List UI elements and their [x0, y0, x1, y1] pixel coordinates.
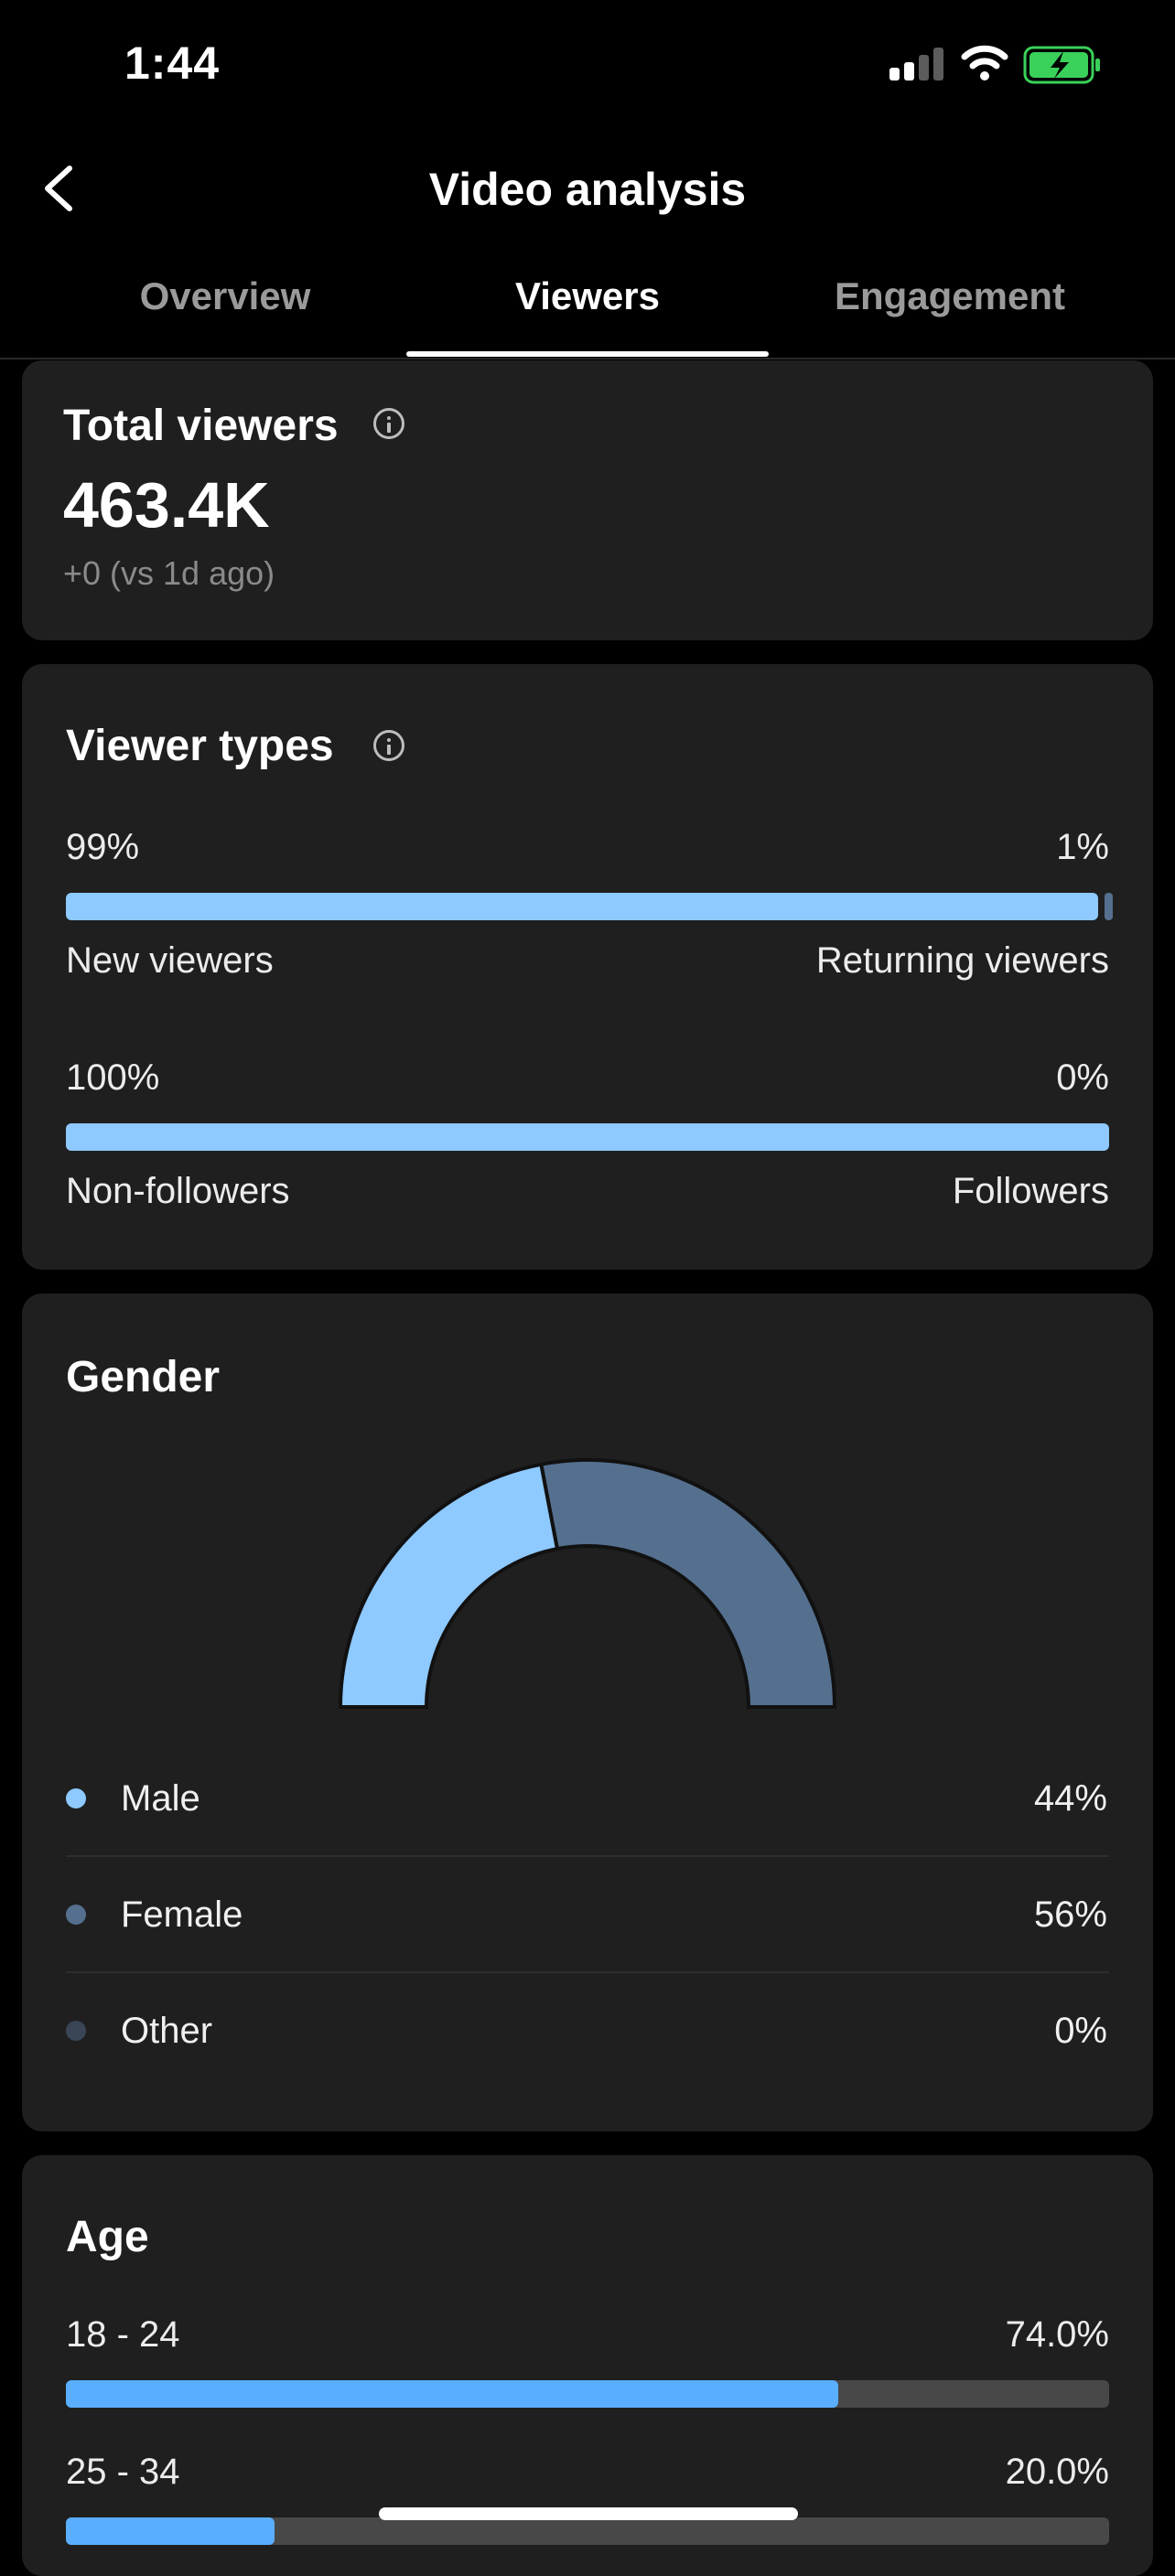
new-viewers-label: New viewers: [66, 940, 274, 981]
other-value: 0%: [1054, 2011, 1107, 2051]
female-donut-segment: [539, 1458, 836, 1709]
legend-divider: [66, 1855, 1109, 1857]
followers-label: Followers: [952, 1171, 1109, 1211]
viewer-types-title: Viewer types: [66, 722, 334, 770]
new-viewers-bar: [66, 893, 1098, 920]
info-icon[interactable]: [373, 408, 404, 439]
non-followers-percent: 100%: [66, 1057, 160, 1098]
returning-viewers-label: Returning viewers: [815, 940, 1109, 981]
female-value: 56%: [1033, 1894, 1107, 1935]
age-bar-track: [66, 2380, 1109, 2408]
total-viewers-card: Total viewers 463.4K +0 (vs 1d ago): [22, 360, 1153, 640]
viewer-types-card: Viewer types 99% 1% New viewers Returnin…: [22, 664, 1153, 1270]
page-title: Video analysis: [428, 164, 747, 215]
other-label: Other: [121, 2011, 213, 2051]
gender-card: Gender Male 44% Female 56% Other 0%: [22, 1293, 1153, 2131]
active-tab-indicator: [406, 351, 769, 357]
tab-engagement[interactable]: Engagement: [769, 274, 1131, 318]
tab-overview[interactable]: Overview: [44, 274, 406, 318]
info-icon[interactable]: [373, 730, 404, 761]
non-followers-label: Non-followers: [66, 1171, 290, 1211]
total-viewers-delta: +0 (vs 1d ago): [63, 554, 275, 592]
tab-bar: Overview Viewers Engagement: [0, 274, 1175, 359]
total-viewers-title: Total viewers: [63, 402, 339, 450]
home-indicator: [379, 2507, 798, 2520]
non-followers-bar: [66, 1123, 1109, 1151]
wifi-icon: [961, 45, 1008, 80]
male-donut-segment: [339, 1462, 560, 1709]
legend-divider: [66, 1971, 1109, 1973]
returning-viewers-bar: [1105, 893, 1113, 920]
new-viewers-percent: 99%: [66, 827, 140, 867]
gender-donut-chart: [339, 1458, 836, 1709]
male-legend-dot: [66, 1788, 86, 1809]
total-viewers-value: 463.4K: [63, 469, 270, 541]
age-row-value: 20.0%: [1005, 2452, 1109, 2492]
other-legend-dot: [66, 2021, 86, 2041]
tab-viewers[interactable]: Viewers: [406, 274, 769, 318]
age-row-value: 74.0%: [1005, 2314, 1109, 2355]
male-label: Male: [121, 1778, 200, 1819]
returning-viewers-percent: 1%: [1056, 827, 1109, 867]
age-row-label: 25 - 34: [66, 2452, 180, 2492]
status-time: 1:44: [124, 38, 221, 89]
tabs-divider: [0, 358, 1175, 360]
age-bar-fill: [66, 2380, 838, 2408]
male-value: 44%: [1033, 1778, 1107, 1819]
followers-percent: 0%: [1056, 1057, 1109, 1098]
female-legend-dot: [66, 1905, 86, 1925]
female-label: Female: [121, 1894, 243, 1935]
battery-charging-icon: [1023, 46, 1100, 84]
age-row-label: 18 - 24: [66, 2314, 180, 2355]
cellular-signal-icon: [889, 48, 944, 80]
gender-title: Gender: [66, 1353, 221, 1401]
age-title: Age: [66, 2213, 149, 2261]
